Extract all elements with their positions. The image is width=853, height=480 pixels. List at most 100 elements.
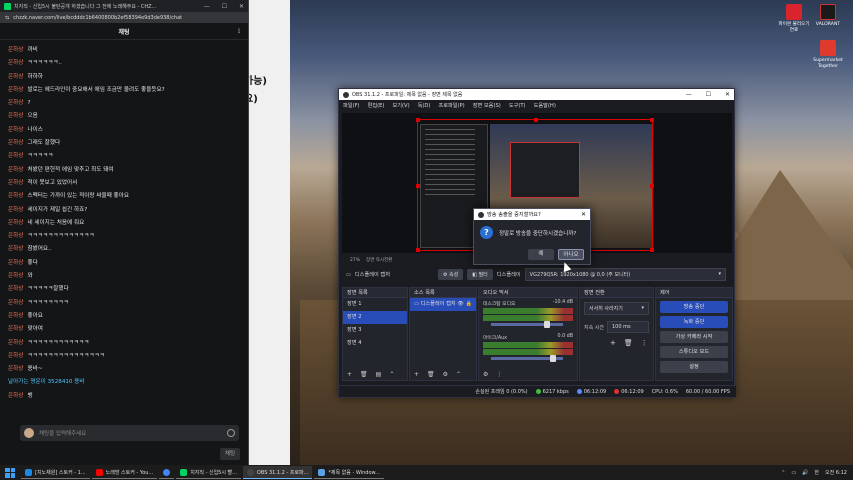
taskbar-item[interactable]: *제목 없음 - Window... xyxy=(314,466,384,479)
chat-nickname[interactable]: 은하상 xyxy=(8,246,23,252)
transition-select[interactable]: 서서히 사라지기 ▾ xyxy=(584,302,649,315)
chat-message[interactable]: 은하상 ㅋㅋㅋㅋㅋㅋㅋㅋ xyxy=(8,297,240,310)
volume-slider[interactable] xyxy=(491,321,563,328)
emoji-icon[interactable] xyxy=(227,429,235,437)
chat-message[interactable]: 은하상 네 세이지는 처음에 줘요 xyxy=(8,217,240,230)
chat-nickname[interactable]: 은하상 xyxy=(8,273,23,279)
chat-nickname[interactable]: 은하상 xyxy=(8,326,23,332)
chat-message[interactable]: 은하상 으음 xyxy=(8,110,240,123)
close-icon[interactable]: ✕ xyxy=(239,3,244,10)
close-icon[interactable]: ✕ xyxy=(725,91,730,98)
gear-icon[interactable]: ⚙ xyxy=(443,371,448,378)
studio-mode-button[interactable]: 스튜디오 모드 xyxy=(660,346,728,358)
scene-transition-mode[interactable]: 장면 즉시전환 xyxy=(366,257,392,263)
desktop-icon-python[interactable]: 파이썬 불러오기 연료 xyxy=(776,4,812,33)
chat-nickname[interactable]: 은하상 xyxy=(8,180,23,186)
chat-nickname[interactable]: 은하상 xyxy=(8,100,23,106)
chat-nickname[interactable]: 은하상 xyxy=(8,140,23,146)
menu-scene-collection[interactable]: 장면 모음(S) xyxy=(473,102,501,109)
chat-nickname[interactable]: 은하상 xyxy=(8,193,23,199)
menu-tools[interactable]: 도구(T) xyxy=(509,102,526,109)
menu-edit[interactable]: 편집(E) xyxy=(368,102,385,109)
more-options-icon[interactable]: ⋮ xyxy=(641,339,648,347)
chat-nickname[interactable]: 은하상 xyxy=(8,127,23,133)
chat-message[interactable]: 은하상 ㅋㅋㅋㅋㅋㅋ.. xyxy=(8,57,240,70)
close-icon[interactable]: ✕ xyxy=(581,211,586,218)
address-bar[interactable]: ⇆ chzzk.naver.com/live/bcdddc1b6400800b2… xyxy=(0,12,248,23)
tray-chevron-icon[interactable]: ⌃ xyxy=(781,470,785,476)
chat-input[interactable]: 채팅을 입력해주세요 xyxy=(20,425,239,441)
delete-icon[interactable]: 🗑 xyxy=(624,339,633,347)
resize-handle[interactable] xyxy=(416,248,420,252)
taskbar-item-active[interactable]: OBS 31.1.2 - 프로파... xyxy=(242,466,313,479)
chat-nickname[interactable]: 은하상 xyxy=(8,393,23,399)
taskbar-item[interactable] xyxy=(159,466,175,479)
chat-message[interactable]: 은하상 그래도 잘했다 xyxy=(8,137,240,150)
resize-handle[interactable] xyxy=(650,118,654,122)
delete-icon[interactable]: 🗑 xyxy=(427,371,435,378)
menu-file[interactable]: 파일(F) xyxy=(343,102,360,109)
scene-item[interactable]: 장면 4 xyxy=(343,337,407,350)
chat-nickname[interactable]: 은하상 xyxy=(8,60,23,66)
chat-system-message[interactable]: 날아가는 명운이 3528410 용바 xyxy=(8,376,240,389)
chat-message[interactable]: 은하상? xyxy=(8,97,240,110)
menu-view[interactable]: 보기(V) xyxy=(392,102,409,109)
chat-message[interactable]: 은하상 ㅋㅋㅋㅋㅋㅋㅋㅋㅋㅋㅋㅋㅋㅋㅋ xyxy=(8,350,240,363)
dialog-titlebar[interactable]: 방송 송출을 중지할까요? ✕ xyxy=(474,209,590,220)
menu-profile[interactable]: 프로파일(P) xyxy=(438,102,464,109)
network-icon[interactable]: ▭ xyxy=(791,470,796,476)
chat-message[interactable]: 은하상 참봤어요.. xyxy=(8,243,240,256)
stop-stream-button[interactable]: 방송 중단 xyxy=(660,301,728,313)
chat-message-list[interactable]: 은하상 까비 은하상 ㅋㅋㅋㅋㅋㅋ.. 은하상 하하하 은하상 발로는 헤드라인이 중요해서 … xyxy=(0,40,248,403)
chat-nickname[interactable]: 은하상 xyxy=(8,167,23,173)
volume-slider-knob[interactable] xyxy=(549,355,556,362)
up-icon[interactable]: ⌃ xyxy=(389,371,394,378)
chat-titlebar[interactable]: 치지직 - 신입5시 불탄공개 하겠습니다 그 전에 노래해주요 - CHZ..… xyxy=(0,0,248,12)
chat-message[interactable]: 은하상 발로는 헤드라인이 중요해서 에임 조금만 올려도 좋을듯요? xyxy=(8,84,240,97)
scene-item-selected[interactable]: 장면 2 xyxy=(343,311,407,324)
chat-nickname[interactable]: 은하상 xyxy=(8,313,23,319)
chat-message[interactable]: 은하상 와 xyxy=(8,270,240,283)
chat-nickname[interactable]: 은하상 xyxy=(8,47,23,53)
gear-icon[interactable]: ⚙ xyxy=(483,371,488,378)
eye-icon[interactable]: 👁 xyxy=(457,301,464,307)
maximize-icon[interactable]: ☐ xyxy=(222,3,227,10)
clock[interactable]: 오전 6:12 xyxy=(825,469,847,476)
scene-item[interactable]: 장면 1 xyxy=(343,298,407,311)
chat-nickname[interactable]: 은하상 xyxy=(8,286,23,292)
chat-message[interactable]: 은하상 나이스 xyxy=(8,124,240,137)
input-language[interactable]: 한 xyxy=(814,469,819,476)
settings-button[interactable]: 설정 xyxy=(660,361,728,373)
yes-button[interactable]: 예 xyxy=(528,249,554,260)
start-virtual-camera-button[interactable]: 가상 카메라 시작 xyxy=(660,331,728,343)
send-button[interactable]: 채팅 xyxy=(220,448,240,460)
chat-nickname[interactable]: 은하상 xyxy=(8,87,23,93)
scene-item[interactable]: 장면 3 xyxy=(343,324,407,337)
avatar[interactable] xyxy=(24,428,34,438)
chat-message[interactable]: 은하상 ㅋㅋㅋㅋㅋ xyxy=(8,150,240,163)
minimize-icon[interactable]: — xyxy=(204,3,210,10)
chat-message[interactable]: 은하상 좋아요 xyxy=(8,310,240,323)
taskbar-item[interactable]: 치지직 - 신입5시 빨... xyxy=(176,466,241,479)
site-info-icon[interactable]: ⇆ xyxy=(5,15,9,21)
up-icon[interactable]: ⌃ xyxy=(456,371,461,378)
filter-icon[interactable]: ▤ xyxy=(376,371,382,378)
chat-nickname[interactable]: 은하상 xyxy=(8,366,23,372)
chat-message[interactable]: 은하상 하하하 xyxy=(8,71,240,84)
desktop-icon-valorant[interactable]: VALORANT xyxy=(810,4,846,28)
taskbar-item[interactable]: 노래방 스토커 - You... xyxy=(91,466,158,479)
no-button[interactable]: 아니오 xyxy=(558,249,584,260)
chat-nickname[interactable]: 은하상 xyxy=(8,153,23,159)
chat-browser-window[interactable]: 치지직 - 신입5시 불탄공개 하겠습니다 그 전에 노래해주요 - CHZ..… xyxy=(0,0,249,465)
chat-message[interactable]: 은하상 좋다 xyxy=(8,257,240,270)
display-select[interactable]: VG279QSR: 1920x1080 @ 0,0 (주 모니터) ▾ xyxy=(524,268,726,281)
menu-docks[interactable]: 독(D) xyxy=(418,102,431,109)
chat-nickname[interactable]: 은하상 xyxy=(8,260,23,266)
add-icon[interactable]: + xyxy=(414,371,419,378)
chat-message[interactable]: 은하상 처봤던 편헌적 에임 맞추고 최도 돼여 xyxy=(8,164,240,177)
taskbar-item[interactable]: [치노채원] 스토커 - 1... xyxy=(21,466,90,479)
chat-nickname[interactable]: 은하상 xyxy=(8,220,23,226)
duration-input[interactable]: 100 ms xyxy=(607,321,649,333)
chat-nickname[interactable]: 은하상 xyxy=(8,353,23,359)
more-options-icon[interactable]: ⋮ xyxy=(236,28,242,35)
